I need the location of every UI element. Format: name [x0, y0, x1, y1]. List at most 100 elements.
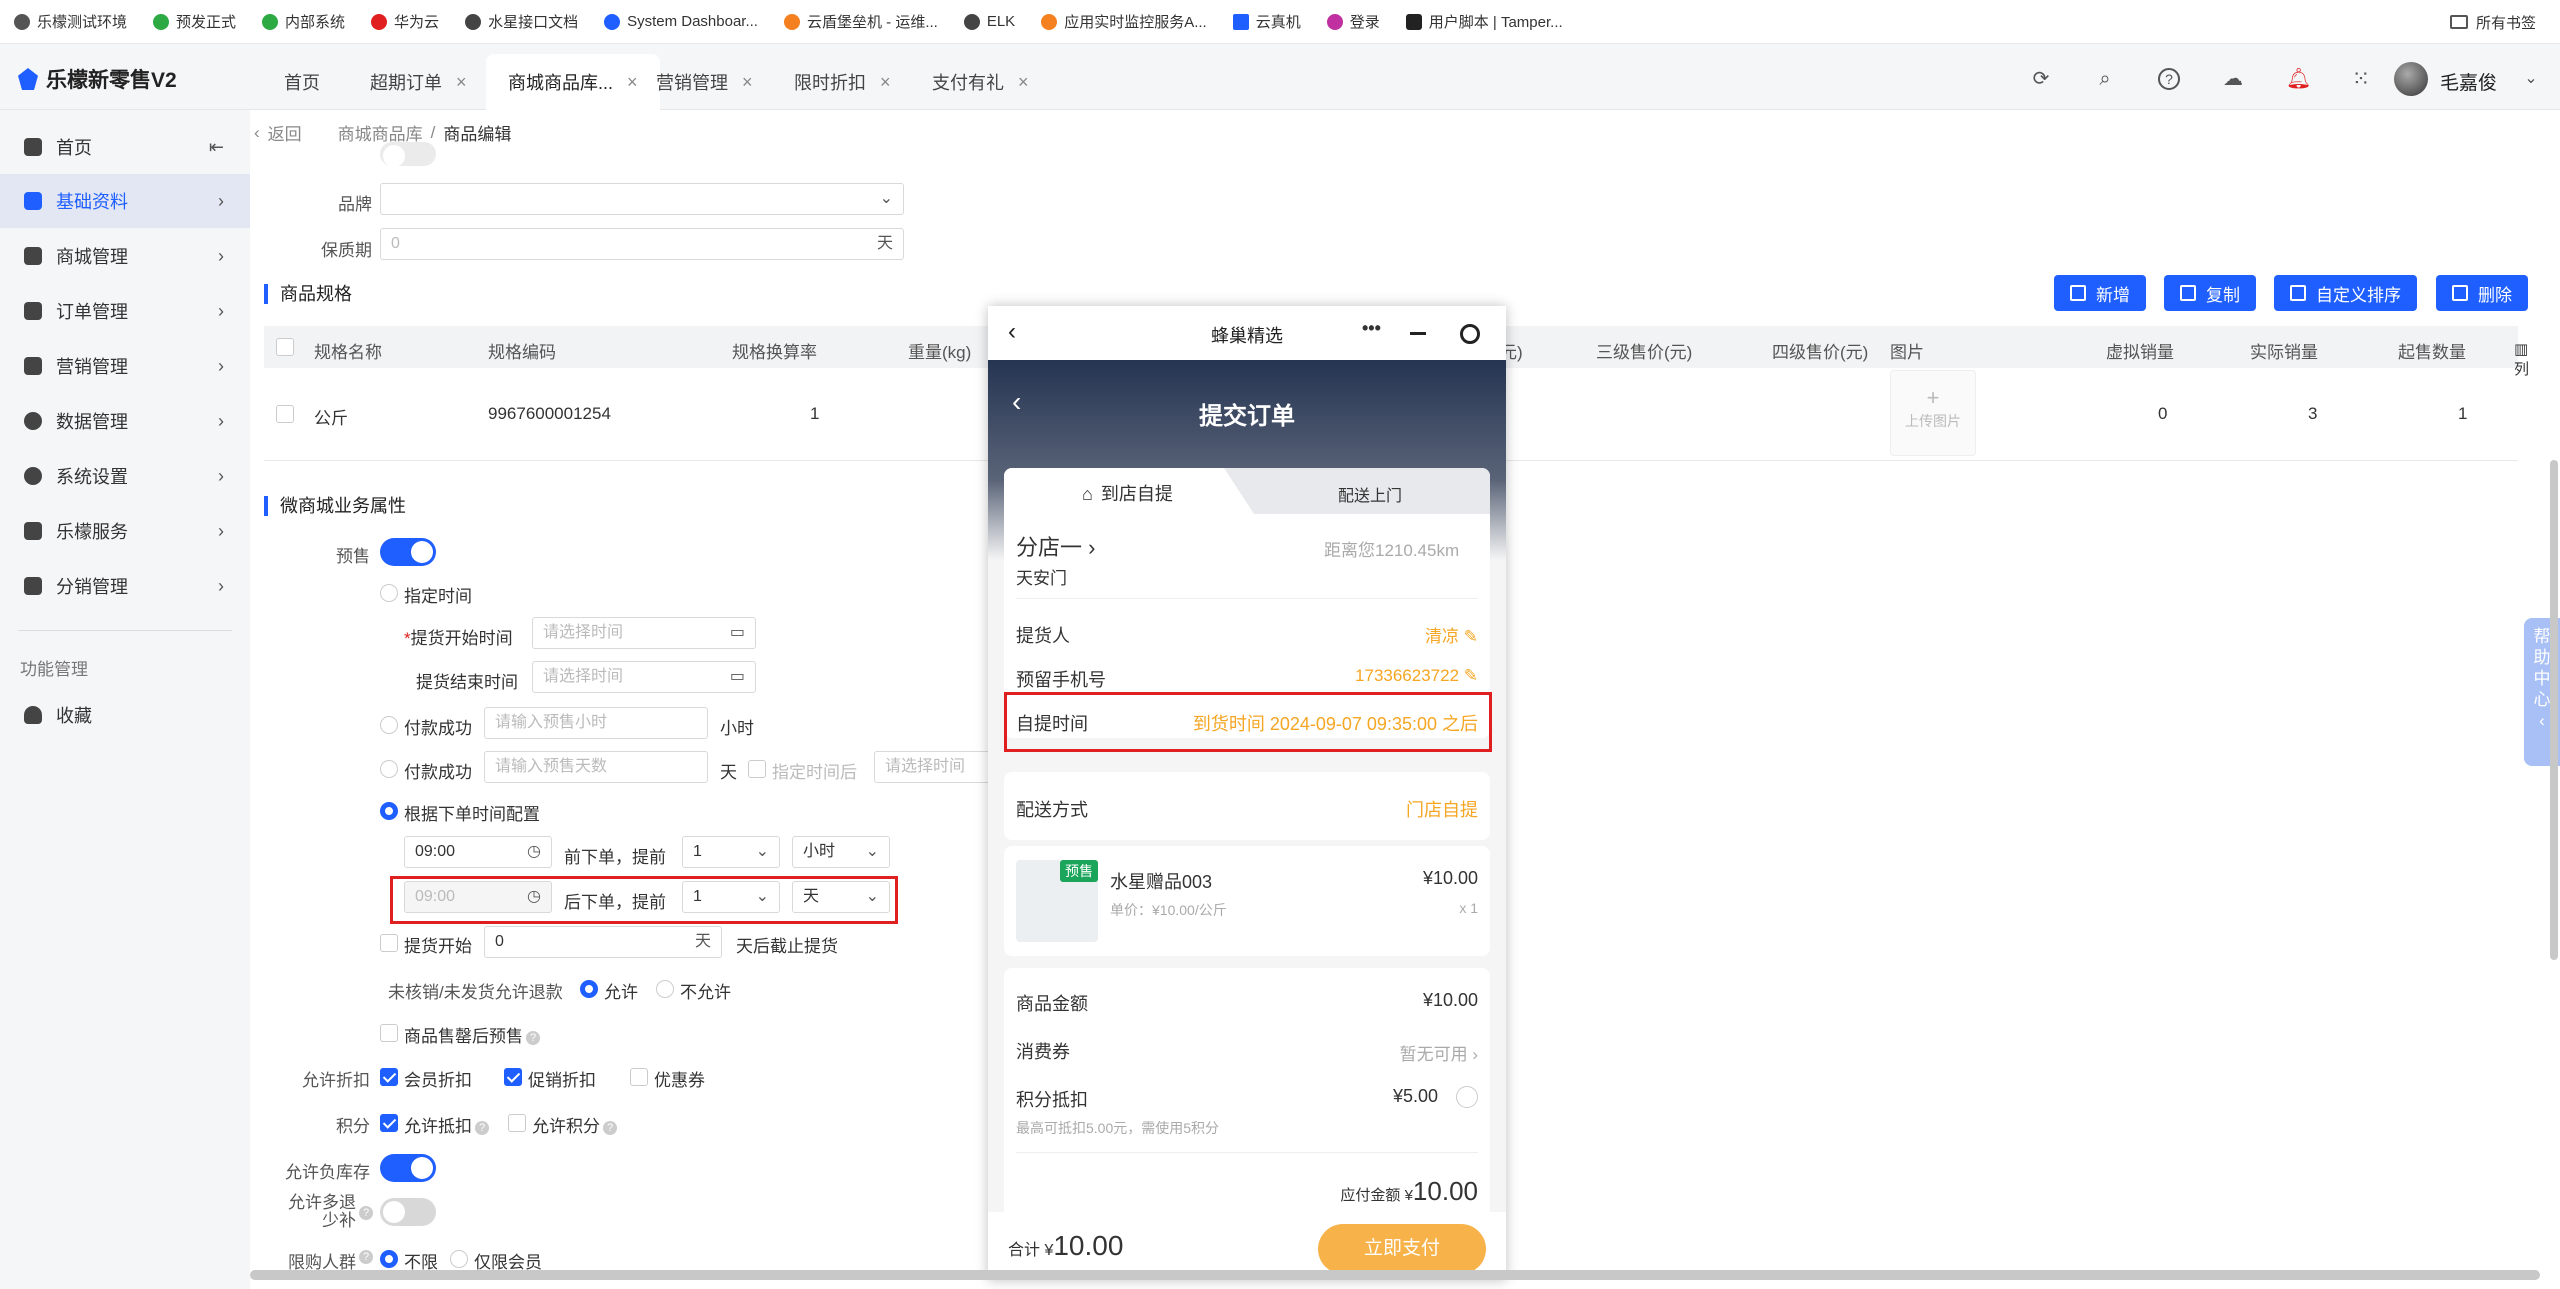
bookmark-7[interactable]: ELK [963, 13, 1015, 30]
pay-days-radio[interactable] [380, 760, 398, 778]
select-all-checkbox[interactable] [276, 338, 294, 356]
add-button[interactable]: 新增 [2054, 275, 2146, 311]
cloud-download-icon[interactable]: ☁ [2222, 68, 2244, 90]
negative-stock-toggle[interactable] [380, 1154, 436, 1182]
coupon-value[interactable]: 暂无可用 › [1400, 1040, 1478, 1065]
fixed-time-radio[interactable] [380, 584, 398, 602]
sidebar-item-home[interactable]: 首页 ⇤ [0, 120, 250, 174]
close-icon[interactable]: × [456, 72, 467, 93]
after-fixed-time-input[interactable]: 请选择时间 [874, 751, 990, 783]
chevron-down-icon[interactable]: ⌄ [2520, 68, 2542, 90]
tab-overdue-orders[interactable]: 超期订单 × [348, 54, 489, 110]
question-icon[interactable]: ? [603, 1120, 617, 1135]
over-refund-toggle[interactable] [380, 1198, 436, 1226]
phone-value[interactable]: 17336623722 ✎ [1355, 666, 1478, 686]
question-icon[interactable]: ? [359, 1206, 373, 1220]
coupon-checkbox[interactable] [630, 1068, 648, 1086]
apps-grid-icon[interactable]: ⁙ [2350, 68, 2372, 90]
avatar[interactable] [2394, 62, 2428, 96]
sidebar-item-data[interactable]: 数据管理 › [0, 394, 250, 448]
minimize-icon[interactable] [1410, 332, 1426, 335]
bookmark-3[interactable]: 华为云 [371, 11, 439, 32]
custom-sort-button[interactable]: 自定义排序 [2274, 275, 2417, 311]
tab-pay-gift[interactable]: 支付有礼 × [910, 54, 1051, 110]
presale-toggle[interactable] [380, 538, 436, 566]
bookmark-5[interactable]: System Dashboar... [604, 13, 758, 30]
shelf-life-input[interactable]: 0天 [380, 228, 904, 260]
after-fixed-checkbox[interactable] [748, 760, 766, 778]
tab-delivery[interactable]: 配送上门 [1338, 482, 1402, 506]
bell-icon[interactable]: 🔔︎ [2286, 68, 2311, 90]
pay-hours-radio[interactable] [380, 716, 398, 734]
question-icon[interactable]: ? [359, 1250, 373, 1264]
bookmark-6[interactable]: 云盾堡垒机 - 运维... [783, 11, 938, 32]
sidebar-item-favorites[interactable]: 收藏 [0, 688, 250, 742]
unit-select-1[interactable]: 小时 ⌄ [792, 836, 890, 868]
close-icon[interactable]: × [880, 72, 891, 93]
sidebar-item-service[interactable]: 乐檬服务 › [0, 504, 250, 558]
sidebar-item-distribution[interactable]: 分销管理 › [0, 559, 250, 613]
limit-members-radio[interactable] [450, 1250, 468, 1268]
horizontal-scrollbar[interactable] [250, 1270, 2540, 1280]
pickup-start-checkbox[interactable] [380, 934, 398, 952]
tab-marketing[interactable]: 营销管理 × [634, 54, 775, 110]
collapse-icon[interactable]: ⇤ [209, 137, 224, 158]
all-bookmarks[interactable]: 所有书签 [2449, 0, 2536, 44]
pay-now-button[interactable]: 立即支付 [1318, 1224, 1486, 1274]
picker-value[interactable]: 清凉 ✎ [1425, 622, 1478, 647]
search-icon[interactable]: ⌕ [2094, 68, 2116, 90]
pickup-end-input[interactable]: 请选择时间 ▭ [532, 661, 756, 693]
app-logo[interactable]: 乐檬新零售V2 [18, 64, 177, 94]
refresh-icon[interactable]: ⟳ [2030, 68, 2052, 90]
bookmark-4[interactable]: 水星接口文档 [465, 11, 578, 32]
question-icon[interactable]: ? [475, 1120, 489, 1135]
promo-discount-checkbox[interactable] [504, 1068, 522, 1086]
presale-hours-input[interactable]: 请输入预售小时 [484, 707, 708, 739]
close-circle-icon[interactable] [1460, 324, 1480, 344]
advance-select-1[interactable]: 1 ⌄ [682, 836, 780, 868]
user-name[interactable]: 毛嘉俊 [2440, 68, 2497, 95]
sidebar-item-basic-data[interactable]: 基础资料 › [0, 174, 250, 228]
row-checkbox[interactable] [276, 405, 294, 423]
bookmark-1[interactable]: 预发正式 [153, 11, 236, 32]
more-icon[interactable]: ••• [1362, 318, 1381, 339]
member-discount-checkbox[interactable] [380, 1068, 398, 1086]
column-setting[interactable]: ▥ 列 [2514, 340, 2529, 379]
tab-home[interactable]: 首页 [262, 54, 342, 110]
refund-allow-radio[interactable] [580, 980, 598, 998]
order-time-input-1[interactable]: 09:00 ◷ [404, 836, 552, 868]
bookmark-0[interactable]: 乐檬测试环境 [14, 11, 127, 32]
back-link[interactable]: 返回 [268, 120, 302, 145]
bookmark-2[interactable]: 内部系统 [262, 11, 345, 32]
upload-image-button[interactable]: + 上传图片 [1890, 370, 1976, 456]
tab-flash-discount[interactable]: 限时折扣 × [772, 54, 913, 110]
sold-out-presale-checkbox[interactable] [380, 1024, 398, 1042]
close-icon[interactable]: × [1018, 72, 1029, 93]
sidebar-item-marketing[interactable]: 营销管理 › [0, 339, 250, 393]
refund-disallow-radio[interactable] [656, 980, 674, 998]
copy-button[interactable]: 复制 [2164, 275, 2256, 311]
bookmark-8[interactable]: 应用实时监控服务A... [1041, 11, 1207, 32]
question-icon[interactable]: ? [526, 1030, 540, 1045]
brand-select[interactable]: ⌄ [380, 183, 904, 215]
store-name[interactable]: 分店一 › [1016, 530, 1095, 562]
partial-toggle[interactable] [380, 142, 436, 167]
delete-button[interactable]: 删除 [2436, 275, 2528, 311]
bookmark-9[interactable]: 云真机 [1232, 11, 1301, 32]
by-order-time-radio[interactable] [380, 802, 398, 820]
vertical-scrollbar[interactable] [2550, 460, 2558, 960]
pickup-start-input[interactable]: 请选择时间 ▭ [532, 617, 756, 649]
bookmark-10[interactable]: 登录 [1326, 11, 1380, 32]
presale-days-input[interactable]: 请输入预售天数 [484, 751, 708, 783]
sidebar-item-settings[interactable]: 系统设置 › [0, 449, 250, 503]
help-icon[interactable]: ? [2158, 68, 2180, 90]
close-icon[interactable]: × [742, 72, 753, 93]
chevron-left-icon[interactable]: ‹ [254, 123, 260, 143]
allow-points-checkbox[interactable] [508, 1114, 526, 1132]
points-deduct-radio[interactable] [1456, 1086, 1478, 1108]
allow-deduct-checkbox[interactable] [380, 1114, 398, 1132]
pickup-days-input[interactable]: 0天 [484, 926, 722, 958]
bookmark-11[interactable]: 用户脚本 | Tamper... [1405, 11, 1563, 32]
limit-unlimited-radio[interactable] [380, 1250, 398, 1268]
sidebar-item-orders[interactable]: 订单管理 › [0, 284, 250, 338]
